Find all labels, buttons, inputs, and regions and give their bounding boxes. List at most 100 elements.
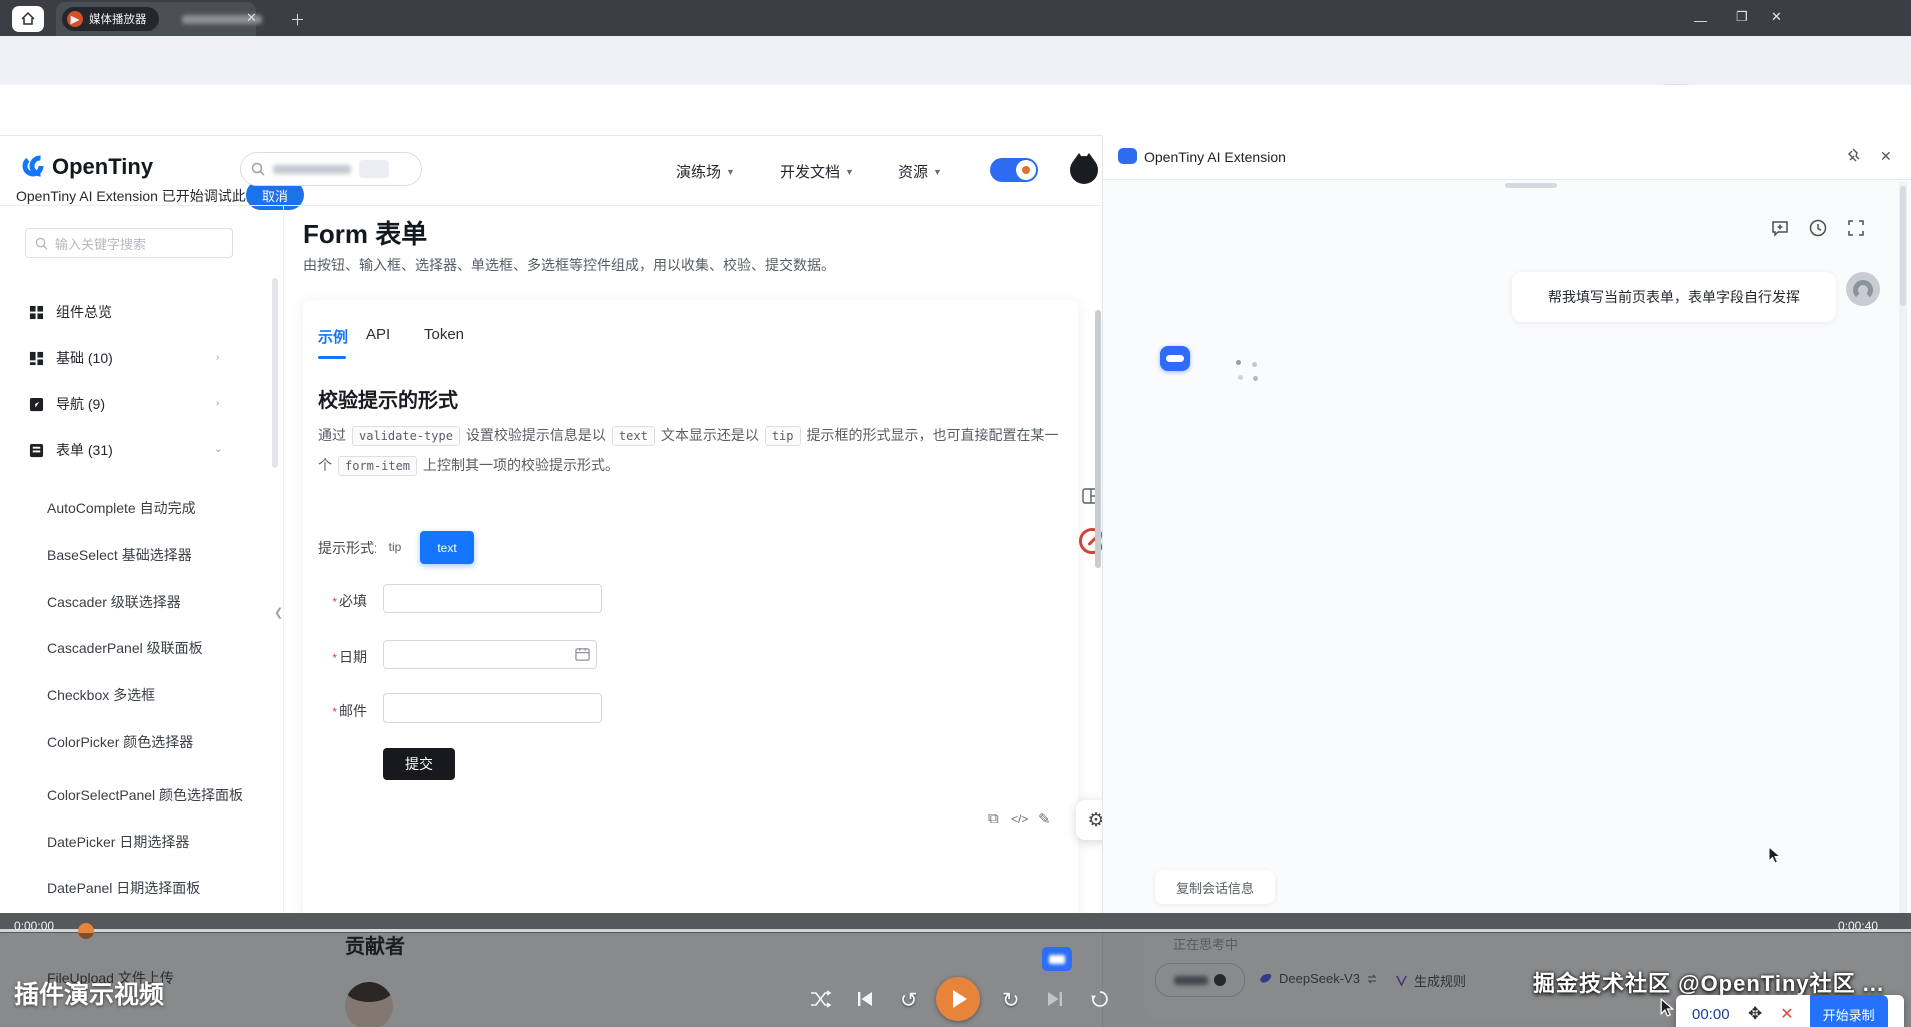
required-input[interactable] <box>383 584 602 613</box>
basic-icon <box>29 351 44 366</box>
shuffle-icon[interactable] <box>810 990 832 1013</box>
panel-drag-handle[interactable] <box>1505 183 1557 188</box>
expand-icon[interactable] <box>1846 218 1866 238</box>
next-track-icon[interactable] <box>1046 990 1064 1013</box>
move-handle-icon[interactable]: ✥ <box>1748 1004 1762 1024</box>
paragraph-text: 文本显示还是以 <box>661 427 759 443</box>
repeat-icon[interactable] <box>1090 990 1110 1013</box>
sidebar-item-basic[interactable]: 基础 (10) <box>29 348 113 368</box>
copy-code-icon[interactable]: ⧉ <box>988 810 999 827</box>
watermark-credit: 掘金技术社区 @OpenTiny社区 ... <box>1533 966 1884 998</box>
home-icon <box>20 11 36 27</box>
quality-badge[interactable] <box>1042 947 1072 971</box>
search-icon <box>35 237 48 250</box>
opentiny-logo[interactable] <box>22 152 50 185</box>
play-icon: ▶ <box>67 11 83 27</box>
play-button[interactable] <box>936 977 980 1021</box>
sidebar-item-checkbox[interactable]: Checkbox 多选框 <box>47 685 155 705</box>
history-icon[interactable] <box>1808 218 1828 238</box>
video-progress-track[interactable] <box>0 929 1911 932</box>
user-message-bubble: 帮我填写当前页表单，表单字段自行发挥 <box>1512 272 1836 322</box>
brand-name[interactable]: OpenTiny <box>52 154 153 180</box>
screen-recorder-widget: 00:00 ✥ ✕ 开始录制 <box>1676 995 1904 1027</box>
header-divider <box>0 205 1102 206</box>
window-restore-button[interactable]: ❐ <box>1736 9 1748 25</box>
panel-separator <box>1102 135 1103 1027</box>
sidebar-item-baseselect[interactable]: BaseSelect 基础选择器 <box>47 545 192 565</box>
sidebar-item-form[interactable]: 表单 (31) <box>29 440 113 460</box>
view-code-icon[interactable]: </> <box>1011 812 1028 826</box>
window-minimize-button[interactable]: — <box>1694 13 1707 28</box>
paragraph-text: 设置校验提示信息是以 <box>466 427 606 443</box>
user-avatar <box>1846 272 1880 306</box>
forward-icon[interactable]: ↻ <box>1002 988 1020 1013</box>
section-paragraph: 通过validate-type设置校验提示信息是以text文本显示还是以tip提… <box>318 420 1060 480</box>
sidebar-collapse-icon[interactable]: ❮ <box>274 606 283 619</box>
loading-dots <box>1236 360 1260 382</box>
nav-playground[interactable]: 演练场▼ <box>676 161 735 182</box>
user-message-text: 帮我填写当前页表单，表单字段自行发挥 <box>1548 287 1800 307</box>
recorder-time: 00:00 <box>1692 1006 1740 1023</box>
toggle-knob-dot <box>1022 166 1030 174</box>
panel-close-icon[interactable]: ✕ <box>1880 148 1892 165</box>
sidebar-item-cascader[interactable]: Cascader 级联选择器 <box>47 592 181 612</box>
ai-extension-logo-icon <box>1118 148 1137 164</box>
copy-session-button[interactable]: 复制会话信息 <box>1155 870 1275 904</box>
sidebar-item-colorselectpanel[interactable]: ColorSelectPanel 颜色选择面板 <box>47 785 243 805</box>
page-scrollbar[interactable] <box>1095 310 1101 568</box>
mode-label: 提示形式: <box>318 538 378 558</box>
sidebar-search-input[interactable]: 输入关键字搜索 <box>25 228 233 258</box>
browser-toolbar: ← → ↻ ⇄ opentiny.design/tiny-vue/zh-CN/o… <box>0 36 1911 86</box>
email-input[interactable] <box>383 693 602 723</box>
panel-scrollbar-thumb[interactable] <box>1900 186 1906 306</box>
tab-token[interactable]: Token <box>424 326 464 343</box>
rewind-icon[interactable]: ↺ <box>900 988 918 1013</box>
github-icon[interactable] <box>1070 156 1098 184</box>
submit-button[interactable]: 提交 <box>383 748 455 780</box>
video-title: 插件演示视频 <box>14 975 164 1011</box>
tab-api[interactable]: API <box>366 326 390 343</box>
previous-track-icon[interactable] <box>856 990 874 1013</box>
nav-resources[interactable]: 资源▼ <box>898 161 942 182</box>
date-input[interactable] <box>383 640 597 669</box>
field-label-email: *邮件 <box>315 701 367 721</box>
sidebar-item-navigation[interactable]: 导航 (9) <box>29 394 105 414</box>
ai-panel-title: OpenTiny AI Extension <box>1144 149 1286 165</box>
sidebar-item-autocomplete[interactable]: AutoComplete 自动完成 <box>47 498 196 518</box>
tip-mode-button[interactable]: tip <box>376 534 414 560</box>
theme-toggle[interactable] <box>990 158 1038 182</box>
home-button[interactable] <box>12 6 44 32</box>
mouse-cursor <box>1768 846 1783 866</box>
new-tab-button[interactable]: ＋ <box>290 9 305 30</box>
sidebar-scrollbar[interactable] <box>272 278 278 468</box>
tab-examples[interactable]: 示例 <box>318 326 348 347</box>
chevron-down-icon[interactable]: ⌄ <box>214 444 222 455</box>
form-icon <box>29 443 44 458</box>
sidebar-item-datepicker[interactable]: DatePicker 日期选择器 <box>47 832 189 852</box>
window-close-button[interactable]: ✕ <box>1771 9 1782 25</box>
header-search-box[interactable] <box>240 152 422 186</box>
recorder-close-icon[interactable]: ✕ <box>1780 1004 1793 1024</box>
sidebar-item-colorpicker[interactable]: ColorPicker 颜色选择器 <box>47 732 193 752</box>
chevron-right-icon[interactable]: › <box>216 352 219 363</box>
pin-icon[interactable] <box>1846 147 1863 169</box>
code-chip-validate-type: validate-type <box>352 426 460 446</box>
new-chat-icon[interactable] <box>1770 218 1790 238</box>
start-recording-button[interactable]: 开始录制 <box>1810 995 1888 1027</box>
sidebar-item-datepanel[interactable]: DatePanel 日期选择面板 <box>47 878 200 898</box>
media-player-overlay[interactable]: ▶ 媒体播放器 <box>62 7 159 31</box>
debug-infobar: OpenTiny AI Extension 已开始调试此浏览器 取消 ✕ <box>0 85 1911 136</box>
media-player-label: 媒体播放器 <box>89 11 147 27</box>
sidebar-item-overview[interactable]: 组件总览 <box>29 302 112 322</box>
section-title: 校验提示的形式 <box>318 384 458 413</box>
overview-icon <box>29 305 44 320</box>
nav-docs[interactable]: 开发文档▼ <box>780 161 854 182</box>
mouse-cursor-2 <box>1660 998 1676 1019</box>
calendar-icon <box>575 647 590 662</box>
tab-close-icon[interactable]: ✕ <box>246 10 257 26</box>
paragraph-text: 上控制其一项的校验提示形式。 <box>423 457 619 473</box>
chevron-right-icon[interactable]: › <box>216 398 219 409</box>
edit-code-icon[interactable]: ✎ <box>1038 810 1051 828</box>
text-mode-button[interactable]: text <box>420 531 474 564</box>
sidebar-item-cascaderpanel[interactable]: CascaderPanel 级联面板 <box>47 638 203 658</box>
